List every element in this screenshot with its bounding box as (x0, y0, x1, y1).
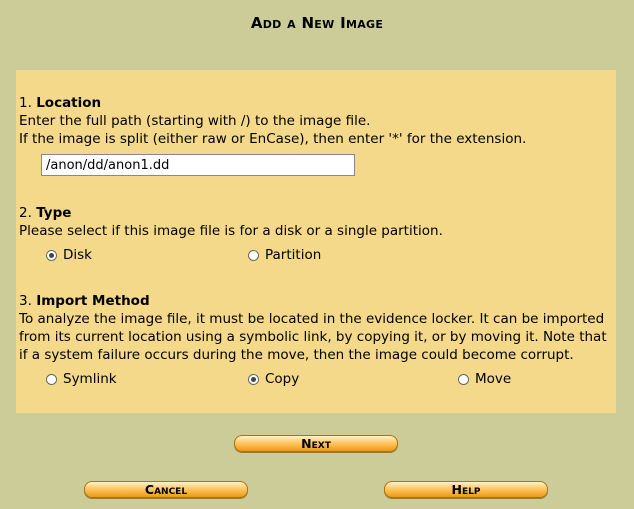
import-number: 3. (19, 293, 32, 309)
partition-radio[interactable] (248, 249, 259, 261)
type-heading-text: Type (36, 205, 72, 221)
copy-radio[interactable] (248, 373, 259, 385)
image-path-input[interactable] (41, 154, 355, 176)
type-option-disk[interactable]: Disk (46, 247, 92, 263)
import-option-copy[interactable]: Copy (248, 371, 299, 387)
import-description: To analyze the image file, it must be lo… (19, 311, 607, 363)
import-option-symlink[interactable]: Symlink (46, 371, 117, 387)
import-option-move[interactable]: Move (458, 371, 511, 387)
form-panel: 1. Location Enter the full path (startin… (16, 70, 616, 413)
location-heading-text: Location (36, 95, 102, 111)
location-instruction-2: If the image is split (either raw or EnC… (19, 131, 527, 147)
disk-radio[interactable] (46, 249, 57, 261)
symlink-radio[interactable] (46, 373, 57, 385)
type-heading: 2. Type (19, 204, 613, 222)
import-section: 3. Import Method To analyze the image fi… (19, 292, 613, 364)
location-number: 1. (19, 95, 32, 111)
symlink-label: Symlink (63, 371, 117, 387)
location-section: 1. Location Enter the full path (startin… (19, 94, 613, 148)
next-button[interactable]: Next (234, 435, 398, 452)
type-description: Please select if this image file is for … (19, 223, 443, 239)
move-label: Move (475, 371, 512, 387)
location-instruction-1: Enter the full path (starting with /) to… (19, 113, 371, 129)
type-options: Disk Partition (16, 247, 616, 267)
type-number: 2. (19, 205, 32, 221)
disk-label: Disk (63, 247, 92, 263)
type-option-partition[interactable]: Partition (248, 247, 321, 263)
type-section: 2. Type Please select if this image file… (19, 204, 613, 240)
import-heading: 3. Import Method (19, 292, 613, 310)
partition-label: Partition (265, 247, 322, 263)
import-heading-text: Import Method (36, 293, 150, 309)
import-options: Symlink Copy Move (16, 371, 616, 391)
cancel-button[interactable]: Cancel (84, 481, 248, 498)
help-button[interactable]: Help (384, 481, 548, 498)
page-title: Add a New Image (250, 14, 384, 32)
location-heading: 1. Location (19, 94, 613, 112)
copy-label: Copy (265, 371, 300, 387)
move-radio[interactable] (458, 373, 469, 385)
